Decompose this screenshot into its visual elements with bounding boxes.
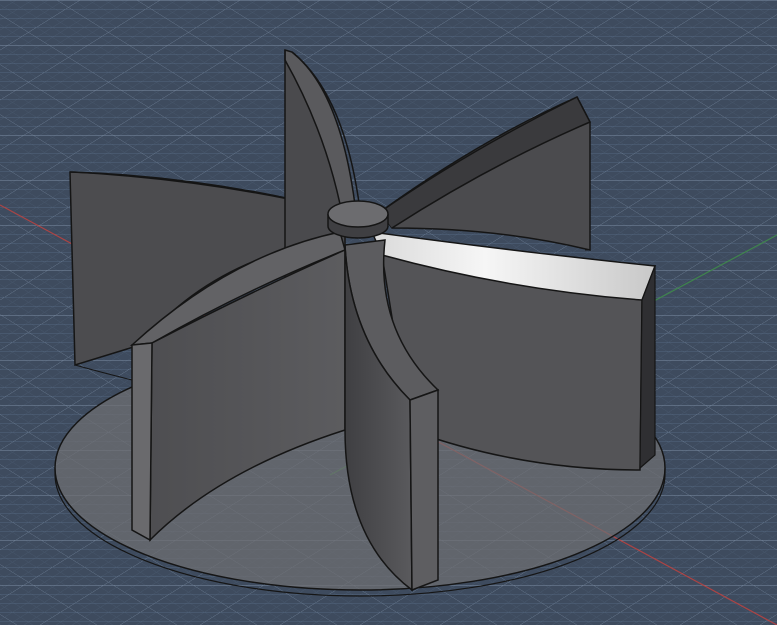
cad-viewport[interactable] bbox=[0, 0, 777, 625]
hub-cylinder bbox=[327, 200, 389, 239]
